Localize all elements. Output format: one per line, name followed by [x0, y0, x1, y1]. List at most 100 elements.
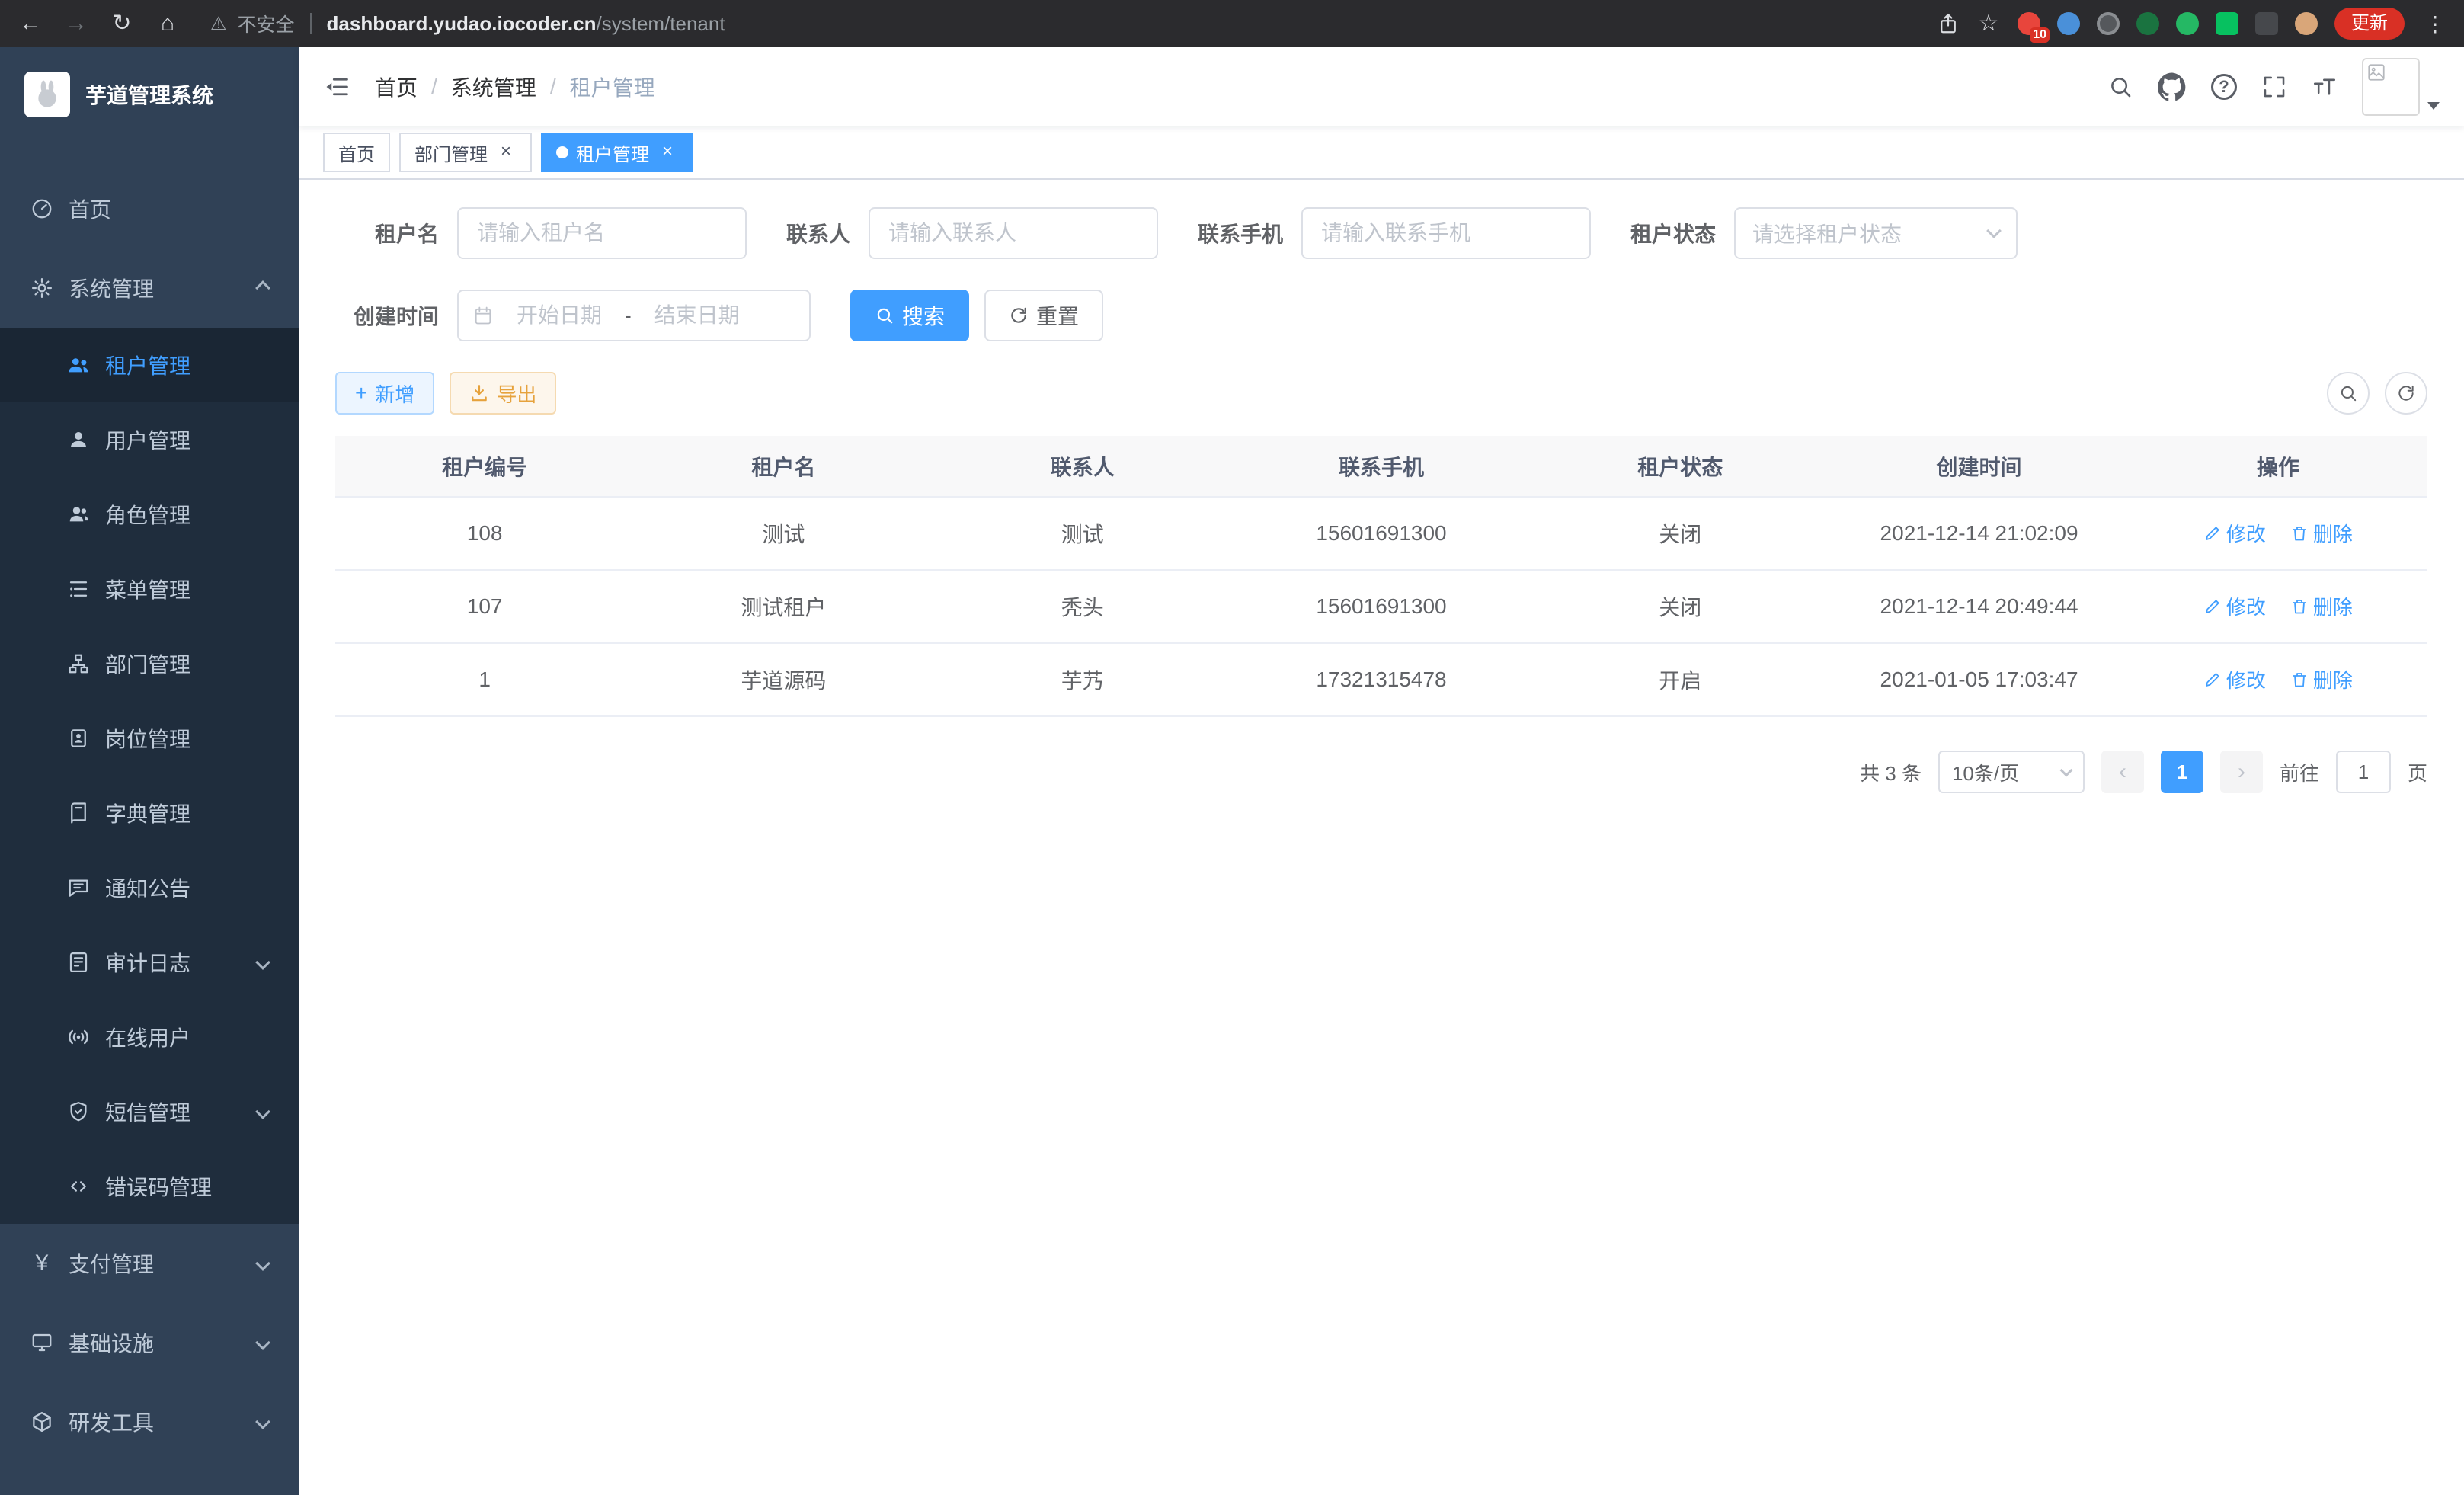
address-divider — [310, 13, 312, 34]
refresh-table-button[interactable] — [2385, 372, 2427, 415]
chevron-down-icon — [255, 1335, 270, 1350]
search-icon[interactable] — [2107, 74, 2133, 100]
browser-profile-avatar[interactable] — [2295, 12, 2318, 35]
prev-page-button[interactable]: ‹ — [2101, 751, 2144, 793]
status-select[interactable]: 请选择租户状态 — [1734, 207, 2018, 259]
sidebar-collapse-button[interactable] — [323, 73, 350, 101]
share-icon[interactable] — [1937, 12, 1960, 35]
sidebar-item-label: 通知公告 — [105, 872, 190, 903]
search-button[interactable]: 搜索 — [850, 290, 969, 341]
sidebar-item-label: 研发工具 — [69, 1407, 154, 1437]
delete-link[interactable]: 删除 — [2290, 519, 2353, 547]
extensions-puzzle-icon[interactable] — [2255, 12, 2278, 35]
tag-home[interactable]: 首页 — [323, 133, 390, 172]
table-row: 107 测试租户 秃头 15601691300 关闭 2021-12-14 20… — [335, 570, 2427, 643]
goto-label: 前往 — [2280, 758, 2319, 786]
monitor-icon — [30, 1331, 53, 1354]
close-icon[interactable]: × — [495, 142, 517, 163]
end-date-input[interactable] — [641, 303, 754, 328]
filter-mobile: 联系手机 — [1198, 207, 1591, 259]
extension-icon-1[interactable]: 10 — [2018, 12, 2040, 35]
browser-home-icon[interactable]: ⌂ — [152, 12, 183, 35]
extension-icon-2[interactable] — [2057, 12, 2080, 35]
close-icon[interactable]: × — [657, 142, 678, 163]
browser-actions: ☆ 10 更新 ⋮ — [1937, 8, 2449, 40]
edit-link[interactable]: 修改 — [2203, 665, 2266, 693]
help-icon[interactable]: ? — [2211, 74, 2237, 100]
address-bar[interactable]: ⚠ 不安全 dashboard.yudao.iocoder.cn/system/… — [198, 10, 1922, 37]
browser-back-icon[interactable]: ← — [15, 12, 46, 35]
breadcrumb: 首页 / 系统管理 / 租户管理 — [375, 72, 655, 102]
message-bubble-icon — [67, 876, 90, 899]
sidebar-item-infrastructure[interactable]: 基础设施 — [0, 1303, 299, 1382]
badge-icon — [67, 727, 90, 750]
user-avatar-menu[interactable] — [2362, 58, 2440, 116]
sidebar-item-dept-mgmt[interactable]: 部门管理 — [0, 626, 299, 701]
breadcrumb-item-home[interactable]: 首页 — [375, 72, 418, 102]
sidebar-item-role-mgmt[interactable]: 角色管理 — [0, 477, 299, 552]
extension-icon-4[interactable] — [2136, 12, 2159, 35]
delete-label: 删除 — [2313, 665, 2353, 693]
browser-update-button[interactable]: 更新 — [2334, 8, 2405, 40]
sidebar-item-dict-mgmt[interactable]: 字典管理 — [0, 776, 299, 850]
mobile-input[interactable] — [1301, 207, 1591, 259]
sidebar-item-sms-mgmt[interactable]: 短信管理 — [0, 1074, 299, 1149]
contact-input[interactable] — [869, 207, 1158, 259]
sidebar-item-post-mgmt[interactable]: 岗位管理 — [0, 701, 299, 776]
cell-contact: 芋艿 — [933, 643, 1232, 716]
browser-menu-kebab-icon[interactable]: ⋮ — [2421, 11, 2449, 37]
sidebar-item-online-users[interactable]: 在线用户 — [0, 1000, 299, 1074]
code-icon — [67, 1175, 90, 1198]
goto-page-input[interactable] — [2336, 751, 2391, 793]
sidebar-item-label: 角色管理 — [105, 499, 190, 530]
sidebar-item-error-code-mgmt[interactable]: 错误码管理 — [0, 1149, 299, 1224]
browser-forward-icon[interactable]: → — [61, 12, 91, 35]
reset-button[interactable]: 重置 — [984, 290, 1103, 341]
delete-link[interactable]: 删除 — [2290, 592, 2353, 620]
sidebar-item-tenant-mgmt[interactable]: 租户管理 — [0, 328, 299, 402]
toolbar-right — [2327, 372, 2427, 415]
browser-reload-icon[interactable]: ↻ — [107, 12, 137, 35]
extension-icon-3[interactable] — [2097, 12, 2120, 35]
edit-link[interactable]: 修改 — [2203, 592, 2266, 620]
next-page-button[interactable]: › — [2220, 751, 2263, 793]
cell-created: 2021-12-14 20:49:44 — [1829, 570, 2128, 643]
extension-icon-5[interactable] — [2176, 12, 2199, 35]
github-icon[interactable] — [2158, 72, 2187, 101]
fullscreen-icon[interactable] — [2261, 74, 2287, 100]
system-submenu: 租户管理 用户管理 角色管理 菜单管理 部门管理 — [0, 328, 299, 1224]
sidebar-item-notice[interactable]: 通知公告 — [0, 850, 299, 925]
font-size-icon[interactable] — [2312, 74, 2338, 100]
toggle-search-button[interactable] — [2327, 372, 2370, 415]
sidebar-item-user-mgmt[interactable]: 用户管理 — [0, 402, 299, 477]
sidebar-item-dev-tools[interactable]: 研发工具 — [0, 1382, 299, 1461]
breadcrumb-item-system[interactable]: 系统管理 — [451, 72, 536, 102]
app-logo[interactable]: 芋道管理系统 — [0, 47, 299, 142]
extension-icon-6[interactable] — [2216, 12, 2238, 35]
pencil-icon — [2203, 671, 2222, 689]
page-size-select[interactable]: 10条/页 — [1938, 751, 2085, 793]
sidebar-item-system-management[interactable]: 系统管理 — [0, 248, 299, 328]
bookmark-star-icon[interactable]: ☆ — [1976, 12, 2001, 35]
page-number-button[interactable]: 1 — [2161, 751, 2203, 793]
edit-link[interactable]: 修改 — [2203, 519, 2266, 547]
column-header-name: 租户名 — [634, 436, 933, 497]
sidebar-item-payment-mgmt[interactable]: ¥ 支付管理 — [0, 1224, 299, 1303]
sidebar-item-home[interactable]: 首页 — [0, 169, 299, 248]
cell-actions: 修改删除 — [2129, 570, 2427, 643]
hamburger-icon — [323, 73, 350, 101]
tag-tenant-mgmt[interactable]: 租户管理 × — [541, 133, 693, 172]
tenant-name-input[interactable] — [457, 207, 747, 259]
sidebar-item-audit-log[interactable]: 审计日志 — [0, 925, 299, 1000]
sidebar-item-menu-mgmt[interactable]: 菜单管理 — [0, 552, 299, 626]
column-header-id: 租户编号 — [335, 436, 634, 497]
export-button[interactable]: 导出 — [450, 372, 556, 415]
security-warning-label: 不安全 — [238, 10, 295, 37]
cell-contact: 秃头 — [933, 570, 1232, 643]
tag-dept-mgmt[interactable]: 部门管理 × — [399, 133, 532, 172]
delete-link[interactable]: 删除 — [2290, 665, 2353, 693]
start-date-input[interactable] — [503, 303, 616, 328]
chevron-up-icon — [255, 280, 270, 296]
date-range-picker[interactable]: - — [457, 290, 811, 341]
add-button[interactable]: + 新增 — [335, 372, 434, 415]
